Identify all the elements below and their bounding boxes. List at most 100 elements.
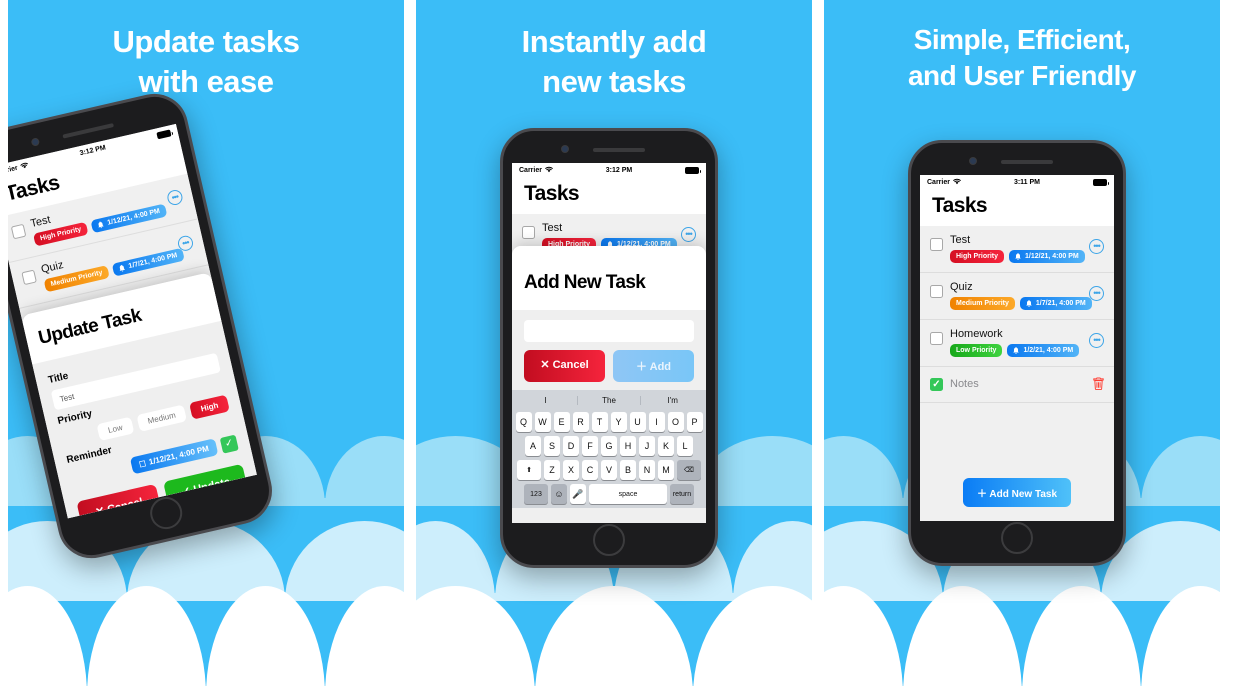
more-icon[interactable]: ••• (681, 227, 696, 242)
cloud-band-3 (824, 586, 1220, 696)
priority-option-low[interactable]: Low (96, 416, 135, 442)
bell-icon (119, 264, 126, 272)
return-key[interactable]: return (670, 484, 694, 504)
panel-gap (812, 0, 824, 696)
priority-badge: High Priority (950, 250, 1005, 263)
numeric-key[interactable]: 123 (524, 484, 548, 504)
key-e[interactable]: E (553, 412, 570, 432)
home-button[interactable] (593, 524, 625, 556)
table-row[interactable]: Test High Priority 1/12/21, 4:00 PM ••• (920, 226, 1114, 273)
wifi-icon (544, 166, 553, 175)
panel-headline-3: Simple, Efficient, and User Friendly (824, 0, 1220, 94)
status-bar: Carrier 3:12 PM (512, 163, 706, 178)
bell-icon (1015, 253, 1021, 260)
prediction-2[interactable]: The (576, 396, 641, 405)
key-x[interactable]: X (563, 460, 579, 480)
front-camera-icon (561, 145, 569, 153)
key-b[interactable]: B (620, 460, 636, 480)
key-f[interactable]: F (582, 436, 598, 456)
reminder-badge: 1/7/21, 4:00 PM (1019, 297, 1092, 310)
prediction-1[interactable]: I (514, 396, 577, 405)
carrier-label: Carrier (519, 167, 542, 174)
task-list-3: Test High Priority 1/12/21, 4:00 PM ••• (920, 226, 1114, 521)
priority-badge: Low Priority (950, 344, 1003, 357)
table-row[interactable]: Homework Low Priority 1/2/21, 4:00 PM •• (920, 320, 1114, 367)
cloud-band-3 (8, 586, 404, 696)
nav-bar: Tasks (920, 190, 1114, 226)
more-icon[interactable]: ••• (1089, 239, 1104, 254)
key-o[interactable]: O (667, 412, 684, 432)
battery-icon (1093, 179, 1109, 186)
right-margin (1220, 0, 1228, 696)
priority-option-high[interactable]: High (189, 394, 230, 420)
table-row[interactable]: Notes (920, 367, 1114, 403)
task-checkbox[interactable] (930, 377, 943, 391)
add-new-task-button[interactable]: ＋ Add New Task (962, 478, 1072, 507)
home-button[interactable] (1001, 522, 1033, 554)
table-row[interactable]: Quiz Medium Priority 1/7/21, 4:00 PM ••• (920, 273, 1114, 320)
key-s[interactable]: S (544, 436, 560, 456)
task-title: Notes (950, 378, 979, 390)
reminder-confirm-button[interactable]: ✓ (219, 434, 239, 454)
key-u[interactable]: U (629, 412, 646, 432)
cancel-button[interactable]: ✕ Cancel (524, 350, 605, 382)
trash-icon[interactable] (1093, 377, 1104, 393)
microphone-icon[interactable]: 🎤 (570, 484, 586, 504)
panel-headline-2: Instantly add new tasks (416, 0, 812, 101)
emoji-icon[interactable]: ☺ (551, 484, 567, 504)
key-q[interactable]: Q (515, 412, 532, 432)
task-title: Test (950, 234, 971, 246)
calendar-icon (138, 460, 146, 468)
panel-update-tasks: Update tasks with ease Carrier 3:12 PM T… (8, 0, 404, 696)
key-i[interactable]: I (648, 412, 665, 432)
task-checkbox[interactable] (930, 332, 943, 345)
key-l[interactable]: L (677, 436, 693, 456)
check-icon: ✓ (180, 485, 193, 499)
new-task-input[interactable] (524, 320, 694, 342)
add-button[interactable]: ＋ Add (613, 350, 694, 382)
shift-icon[interactable]: ⬆ (517, 460, 541, 480)
more-icon[interactable]: ••• (165, 188, 184, 207)
task-checkbox[interactable] (522, 226, 535, 239)
key-y[interactable]: Y (610, 412, 627, 432)
phone-screen-1: Carrier 3:12 PM Tasks Test High Priority… (8, 123, 257, 519)
task-checkbox[interactable] (930, 238, 943, 251)
cloud-band-3 (416, 586, 812, 696)
key-c[interactable]: C (582, 460, 598, 480)
key-v[interactable]: V (601, 460, 617, 480)
more-icon[interactable]: ••• (1089, 333, 1104, 348)
key-j[interactable]: J (639, 436, 655, 456)
key-d[interactable]: D (563, 436, 579, 456)
key-r[interactable]: R (572, 412, 589, 432)
prediction-3[interactable]: I'm (640, 396, 704, 405)
key-n[interactable]: N (639, 460, 655, 480)
on-screen-keyboard[interactable]: I The I'm Q W E R T Y U I O P A S D F G … (512, 390, 706, 508)
phone-mockup-3: Carrier 3:11 PM Tasks Test High Priority… (908, 140, 1126, 566)
headline-line-2: and User Friendly (907, 59, 1137, 91)
bell-icon (98, 221, 104, 229)
task-checkbox[interactable] (10, 223, 27, 240)
battery-icon (156, 129, 172, 140)
key-g[interactable]: G (601, 436, 617, 456)
key-k[interactable]: K (658, 436, 674, 456)
space-key[interactable]: space (589, 484, 667, 504)
key-t[interactable]: T (591, 412, 608, 432)
prediction-bar: I The I'm (514, 393, 704, 408)
more-icon[interactable]: ••• (1089, 286, 1104, 301)
key-a[interactable]: A (525, 436, 541, 456)
plus-icon: ＋ (635, 361, 647, 373)
home-button[interactable] (147, 493, 186, 533)
backspace-icon[interactable]: ⌫ (677, 460, 701, 480)
front-camera-icon (30, 137, 41, 147)
key-w[interactable]: W (534, 412, 551, 432)
left-margin (0, 0, 8, 696)
key-h[interactable]: H (620, 436, 636, 456)
priority-badge: Medium Priority (950, 297, 1015, 310)
task-checkbox[interactable] (930, 285, 943, 298)
task-checkbox[interactable] (21, 269, 37, 286)
key-p[interactable]: P (686, 412, 703, 432)
key-m[interactable]: M (658, 460, 674, 480)
key-z[interactable]: Z (544, 460, 560, 480)
phone-screen-2: Carrier 3:12 PM Tasks Test High Priority… (512, 163, 706, 523)
add-task-sheet: Add New Task ✕ Cancel ＋ Add I The I'm Q … (512, 246, 706, 523)
